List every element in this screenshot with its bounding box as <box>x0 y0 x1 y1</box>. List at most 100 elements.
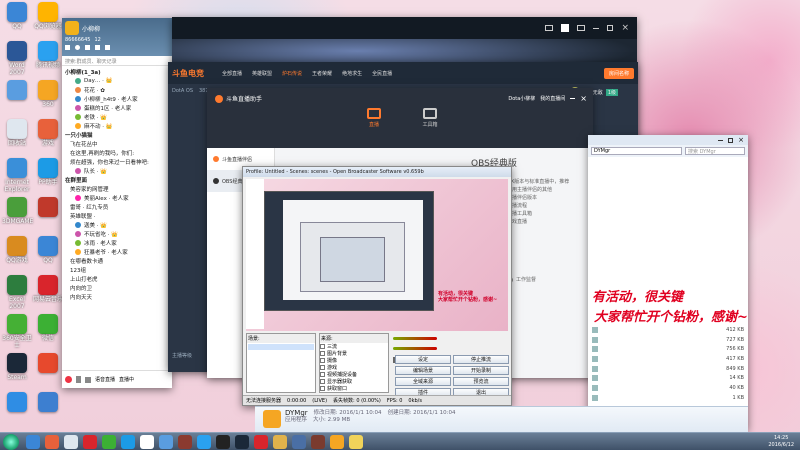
douyu-nav-item[interactable]: 全民直播 <box>372 70 392 77</box>
obs-button[interactable]: 停止推流 <box>453 355 509 364</box>
taskbar-app-icon[interactable] <box>140 435 154 449</box>
taskbar-app-icon[interactable] <box>292 435 306 449</box>
explorer-close-icon[interactable]: × <box>738 136 744 144</box>
file-row[interactable]: 417 KB <box>588 354 748 364</box>
obs-button[interactable]: 预览流 <box>453 377 509 386</box>
douyu-nav-item[interactable]: 王者荣耀 <box>312 70 332 77</box>
desktop-icon[interactable]: 网易云音乐 <box>33 275 63 303</box>
file-row[interactable]: 1 KB <box>588 393 748 403</box>
douyu-nav-item[interactable]: 绝地求生 <box>342 70 362 77</box>
gear-icon[interactable] <box>75 45 80 50</box>
douyu-nav-item[interactable]: 英雄联盟 <box>252 70 272 77</box>
gamepad-icon[interactable] <box>545 25 554 31</box>
desktop-icon[interactable] <box>2 80 32 101</box>
qq-list-item[interactable]: 内向天天 <box>65 292 169 301</box>
desktop-icon[interactable]: Internet Explorer <box>2 158 32 193</box>
desktop-icon[interactable]: 360安全卫士 <box>2 314 32 349</box>
source-checkbox[interactable] <box>320 372 325 377</box>
desktop-icon[interactable]: 回收站 <box>2 119 32 147</box>
source-item[interactable]: 摄像 <box>320 357 388 364</box>
source-item[interactable]: 显示器获取 <box>320 378 388 385</box>
desktop-icon[interactable]: QQ <box>2 2 32 30</box>
taskbar-app-icon[interactable] <box>216 435 230 449</box>
qq-list-item[interactable]: 花花 · ✿ <box>65 85 169 94</box>
qq-list-item[interactable]: 冰雨 · 老人家 <box>65 238 169 247</box>
taskbar-app-icon[interactable] <box>254 435 268 449</box>
source-item[interactable]: 视频捕捉设备 <box>320 371 388 378</box>
restore-icon[interactable] <box>607 25 614 31</box>
qq-list-item[interactable]: 队长 · 👑 <box>65 166 169 175</box>
volume-icon[interactable] <box>85 376 91 383</box>
desktop-icon[interactable]: PP助手 <box>33 158 63 186</box>
obs-button[interactable]: 编辑场景 <box>395 366 451 375</box>
file-row[interactable]: 727 KB <box>588 335 748 345</box>
taskbar-app-icon[interactable] <box>26 435 40 449</box>
taskbar-app-icon[interactable] <box>235 435 249 449</box>
qq-list-item[interactable]: 美丽Alex · 老人家 <box>65 193 169 202</box>
desktop-icon[interactable]: Excel 2007 <box>2 275 32 310</box>
taskbar-app-icon[interactable] <box>197 435 211 449</box>
source-checkbox[interactable] <box>320 351 325 356</box>
home-icon[interactable] <box>65 45 70 50</box>
qq-list-item[interactable]: 狂暴老爷 · 老人家 <box>65 247 169 256</box>
taskbar-app-icon[interactable] <box>311 435 325 449</box>
qq-list-item[interactable]: Day… · 👑 <box>65 76 169 85</box>
qq-list-item[interactable]: 在群里面 <box>65 175 169 184</box>
douyu-nav-item[interactable]: 炉石传说 <box>282 70 302 77</box>
qq-list-item[interactable]: 不玩省吃 · 👑 <box>65 229 169 238</box>
start-button[interactable] <box>3 434 19 450</box>
mic-icon[interactable] <box>76 376 81 383</box>
qq-list-item[interactable]: 小柳柳_h4t9 · 老人家 <box>65 94 169 103</box>
desktop-icon[interactable]: QQ游戏 <box>2 236 32 264</box>
qq-list-item[interactable]: 内向的卫 <box>65 283 169 292</box>
folder-icon[interactable] <box>105 45 110 50</box>
source-item[interactable]: 获取窗口 <box>320 385 388 392</box>
source-checkbox[interactable] <box>320 365 325 370</box>
desktop-icon[interactable]: Steam <box>2 353 32 381</box>
room-name-button[interactable]: 房间名称 <box>603 67 634 79</box>
obs-button[interactable]: 开始录制 <box>453 366 509 375</box>
heart-icon[interactable] <box>95 45 100 50</box>
qq-list-item[interactable]: 迦美 · 👑 <box>65 220 169 229</box>
obs-button[interactable]: 设定 <box>395 355 451 364</box>
assistant-minimize-icon[interactable] <box>570 98 576 99</box>
desktop-icon[interactable] <box>2 392 32 413</box>
explorer-path[interactable]: DYMgr <box>591 147 682 155</box>
source-item[interactable]: 图片背景 <box>320 350 388 357</box>
game-icon[interactable] <box>577 25 586 31</box>
close-icon[interactable]: × <box>621 23 629 33</box>
douyu-nav-item[interactable]: 全部直播 <box>222 70 242 77</box>
desktop-icon[interactable] <box>33 392 63 413</box>
scene-item[interactable] <box>248 344 314 350</box>
qq-list-item[interactable]: 美容家的网管理 <box>65 184 169 193</box>
qq-list-item[interactable]: 在哪看数卡通 <box>65 256 169 265</box>
qq-list-item[interactable]: 小柳柳(1_3a) <box>65 67 169 76</box>
taskbar-app-icon[interactable] <box>102 435 116 449</box>
taskbar-app-icon[interactable] <box>178 435 192 449</box>
desktop-icon[interactable]: Word 2007 <box>2 41 32 76</box>
system-clock[interactable]: 14:25 2016/6/12 <box>768 435 794 449</box>
assistant-close-icon[interactable]: × <box>580 94 587 103</box>
desktop-icon[interactable]: 腾讯视频 <box>33 41 63 69</box>
explorer-search-input[interactable]: 搜索 DYMgr <box>685 147 745 155</box>
file-row[interactable]: 40 KB <box>588 383 748 393</box>
qq-logo-icon[interactable] <box>65 21 79 35</box>
qq-list-item[interactable]: 123组 <box>65 265 169 274</box>
desktop-icon[interactable]: 游戏 <box>33 119 63 147</box>
desktop-icon[interactable]: QQ浏览器 <box>33 2 63 30</box>
qq-list-item[interactable]: 麻不动 · 👑 <box>65 121 169 130</box>
douyu-logo[interactable]: 斗鱼电竞 <box>172 68 204 79</box>
qq-list-item[interactable]: 烦在超强，你也来过一日看神吧: <box>65 157 169 166</box>
tab-live[interactable]: 直播 <box>359 108 389 128</box>
obs-button[interactable]: 全域来源 <box>395 377 451 386</box>
desktop-icon[interactable]: 360 <box>33 80 63 108</box>
source-checkbox[interactable] <box>320 358 325 363</box>
source-checkbox[interactable] <box>320 379 325 384</box>
taskbar-app-icon[interactable] <box>83 435 97 449</box>
desktop-volume-slider[interactable] <box>393 347 437 350</box>
file-row[interactable]: 756 KB <box>588 344 748 354</box>
taskbar-app-icon[interactable] <box>64 435 78 449</box>
assistant-user[interactable]: Dota小柳柳 <box>508 95 535 102</box>
desktop-icon[interactable]: QQ <box>33 236 63 264</box>
source-item[interactable]: 游戏 <box>320 364 388 371</box>
